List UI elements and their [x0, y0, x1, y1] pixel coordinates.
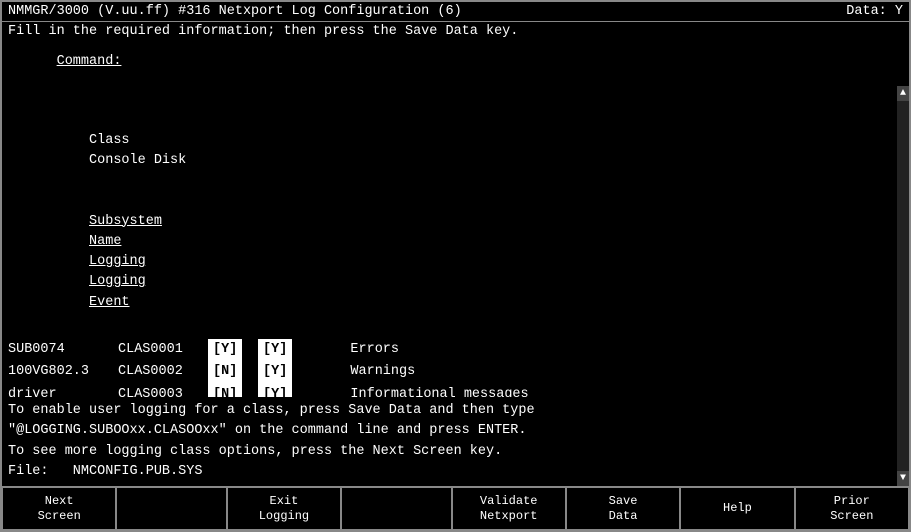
cell-class: CLAS0003 [118, 385, 208, 398]
subsystem-header: Subsystem [89, 212, 199, 232]
fn-key-f1[interactable]: Next Screen [2, 487, 116, 530]
cell-disk[interactable]: [Y] [258, 384, 318, 398]
fn-key-f5[interactable]: Validate Netxport [452, 487, 566, 530]
disk-header: Logging [89, 272, 149, 292]
cell-console[interactable]: [Y] [208, 339, 258, 361]
class-label: Class [89, 131, 179, 151]
cell-subsystem: driver [8, 385, 118, 398]
content-with-scroll: Class Console Disk Subsystem Name Loggin… [2, 86, 909, 486]
column-header-row1: Class Console Disk [8, 90, 891, 191]
cell-disk[interactable]: [Y] [258, 361, 318, 383]
fn-key-f3[interactable]: Exit Logging [227, 487, 341, 530]
column-header-row2: Subsystem Name Logging Logging Event [8, 191, 891, 333]
console-header: Logging [89, 252, 139, 272]
table-row: 100VG802.3CLAS0002[N][Y] Warnings [8, 361, 891, 383]
header-area: Fill in the required information; then p… [2, 22, 909, 86]
cell-console[interactable]: [N] [208, 384, 258, 398]
cell-event: Informational messages [318, 385, 529, 398]
instruction-line: Fill in the required information; then p… [8, 24, 903, 39]
cell-class: CLAS0001 [118, 340, 208, 360]
fn-key-empty-f4 [341, 487, 451, 530]
cell-disk[interactable]: [Y] [258, 339, 318, 361]
table-area: Class Console Disk Subsystem Name Loggin… [2, 86, 897, 397]
scroll-up-arrow[interactable]: ▲ [900, 86, 906, 101]
table-row: SUB0074CLAS0001[Y][Y] Errors [8, 339, 891, 361]
console-disk-label: Console Disk [89, 151, 199, 171]
title-left: NMMGR/3000 (V.uu.ff) #316 Netxport Log C… [8, 4, 462, 19]
title-bar: NMMGR/3000 (V.uu.ff) #316 Netxport Log C… [2, 2, 909, 22]
fn-key-f7[interactable]: Help [680, 487, 794, 530]
table-row: driverCLAS0003[N][Y] Informational messa… [8, 384, 891, 398]
cell-console[interactable]: [N] [208, 361, 258, 383]
table-section-1: SUB0074CLAS0001[Y][Y] Errors100VG802.3CL… [8, 339, 891, 397]
fn-key-empty-f2 [116, 487, 226, 530]
bottom-message: To enable user logging for a class, pres… [2, 397, 897, 486]
command-line: Command: [8, 39, 903, 84]
scroll-down-arrow[interactable]: ▼ [900, 471, 906, 486]
class-header: Name [89, 232, 179, 252]
event-header: Event [89, 293, 130, 313]
scrollbar[interactable]: ▲ ▼ [897, 86, 909, 486]
spacer-col [89, 110, 199, 130]
cell-event: Errors [318, 340, 399, 360]
fn-key-f6[interactable]: Save Data [566, 487, 680, 530]
cell-class: CLAS0002 [118, 362, 208, 382]
cell-subsystem: 100VG802.3 [8, 362, 118, 382]
title-right: Data: Y [846, 4, 903, 19]
terminal-window: NMMGR/3000 (V.uu.ff) #316 Netxport Log C… [0, 0, 911, 532]
content-area: Class Console Disk Subsystem Name Loggin… [2, 86, 897, 486]
fn-key-f8[interactable]: Prior Screen [795, 487, 909, 530]
cell-subsystem: SUB0074 [8, 340, 118, 360]
scroll-track[interactable] [897, 101, 909, 471]
function-bar: Next Screen Exit Logging Validate Netxport… [2, 486, 909, 530]
cell-event: Warnings [318, 362, 415, 382]
command-label: Command: [57, 54, 122, 69]
